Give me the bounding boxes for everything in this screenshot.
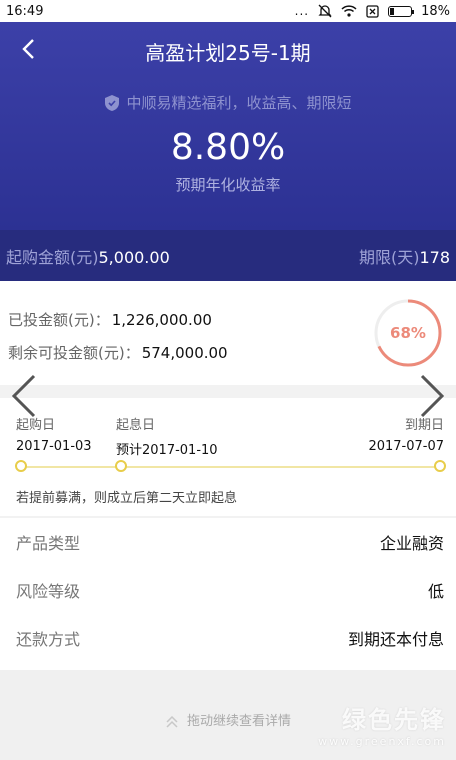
watermark: 绿色先锋 www.greenxf.com <box>318 700 446 748</box>
detail-key: 还款方式 <box>16 630 81 649</box>
detail-key: 产品类型 <box>16 534 81 553</box>
mute-icon <box>318 4 332 18</box>
period-value: 178 <box>419 247 450 267</box>
product-details: 产品类型 企业融资 风险等级 低 还款方式 到期还本付息 <box>0 518 456 670</box>
no-sim-icon <box>366 4 379 18</box>
battery-icon <box>388 5 415 17</box>
shield-check-icon <box>105 94 120 111</box>
min-amount-label: 起购金额(元) <box>6 247 99 267</box>
annual-rate-label: 预期年化收益率 <box>175 176 281 194</box>
timeline-dot-end <box>434 460 446 472</box>
detail-row-type: 产品类型 企业融资 <box>0 518 456 566</box>
period-label: 期限(天) <box>358 247 420 267</box>
detail-value: 企业融资 <box>379 534 444 553</box>
end-date: 2017-07-07 <box>368 439 444 454</box>
period: 期限(天)178 <box>359 244 450 268</box>
detail-value: 低 <box>427 582 444 601</box>
product-hero: 高盈计划25号-1期 中顺易精选福利，收益高、期限短 8.80% 预期年化收益率 <box>0 22 456 230</box>
invested-row: 已投金额(元)： 1,226,000.00 <box>8 309 212 330</box>
remaining-label: 剩余可投金额(元)： <box>8 344 140 362</box>
min-amount-value: 5,000.00 <box>98 247 170 267</box>
promo-text: 中顺易精选福利，收益高、期限短 <box>126 94 352 112</box>
remaining-value: 574,000.00 <box>141 344 228 362</box>
double-chevron-up-icon <box>166 715 178 728</box>
status-bar: 16:49 ... 18% <box>0 0 456 22</box>
detail-row-repayment: 还款方式 到期还本付息 <box>0 614 456 662</box>
timeline-dot-interest <box>115 460 127 472</box>
interest-date: 预计2017-01-10 <box>116 443 218 458</box>
timeline-dot-start <box>15 460 27 472</box>
watermark-sub: www.greenxf.com <box>318 735 446 748</box>
interest-note: 若提前募满，则成立后第二天立即起息 <box>16 491 238 506</box>
more-notifications-icon: ... <box>294 4 310 18</box>
page-title: 高盈计划25号-1期 <box>145 40 311 65</box>
detail-row-risk: 风险等级 低 <box>0 566 456 614</box>
start-date: 2017-01-03 <box>16 439 92 454</box>
timeline-panel: 起购日 起息日 到期日 2017-01-03 预计2017-01-10 2017… <box>0 398 456 516</box>
progress-percent: 68% <box>390 324 426 342</box>
battery-percent: 18% <box>421 3 450 19</box>
timeline-line <box>20 466 440 468</box>
status-time: 16:49 <box>6 3 44 19</box>
drag-hint-text: 拖动继续查看详情 <box>186 714 291 729</box>
nav-bar: 高盈计划25号-1期 <box>0 22 456 80</box>
interest-date-label: 起息日 <box>116 418 156 433</box>
investment-panel: 已投金额(元)： 1,226,000.00 剩余可投金额(元)： 574,000.0… <box>0 281 456 385</box>
previous-arrow-icon[interactable] <box>6 372 42 420</box>
promo-banner: 中顺易精选福利，收益高、期限短 <box>0 92 456 113</box>
annual-rate: 8.80% <box>170 127 286 168</box>
back-arrow-icon[interactable] <box>14 34 44 64</box>
min-amount: 起购金额(元)5,000.00 <box>6 244 170 268</box>
detail-value: 到期还本付息 <box>347 630 444 649</box>
footer: 拖动继续查看详情 绿色先锋 www.greenxf.com <box>0 670 456 760</box>
next-arrow-icon[interactable] <box>414 372 450 420</box>
invested-value: 1,226,000.00 <box>111 311 212 329</box>
watermark-main: 绿色先锋 <box>342 706 446 734</box>
detail-key: 风险等级 <box>16 582 81 601</box>
invested-label: 已投金额(元)： <box>8 311 110 329</box>
terms-strip: 起购金额(元)5,000.00 期限(天)178 <box>0 230 456 281</box>
wifi-icon <box>341 5 357 17</box>
remaining-row: 剩余可投金额(元)： 574,000.00 <box>8 342 228 363</box>
